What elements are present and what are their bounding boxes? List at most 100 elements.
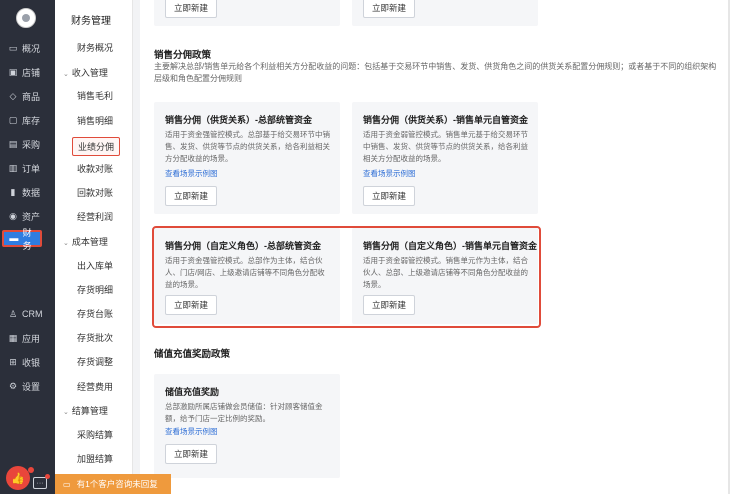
rail-item-coin[interactable]: ◉ 资产 <box>0 205 55 227</box>
bar-chart-icon: ▮ <box>10 186 16 197</box>
menu-label: 收款对账 <box>77 164 114 174</box>
menu-item-settle-0[interactable]: 采购结算 <box>77 428 113 441</box>
menu-item-settle-1[interactable]: 加盟结算 <box>77 452 113 465</box>
chevron-down-icon: ⌄ <box>63 240 69 247</box>
rail-item-label: 设置 <box>22 381 41 392</box>
card-desc: 总部激励所属店铺做会员储值：针对顾客储值金额，给予门店一定比例的奖励。 <box>165 402 323 423</box>
unread-dot <box>28 467 34 473</box>
menu-label: 经营费用 <box>77 382 114 392</box>
rail-item-label: 资产 <box>22 211 41 222</box>
tag-icon: ◇ <box>9 90 17 101</box>
menu-label: 成本管理 <box>71 237 108 247</box>
menu-item-cost-0[interactable]: 出入库单 <box>77 259 113 272</box>
menu-item-income-2[interactable]: 业绩分佣 <box>72 137 121 156</box>
menu-label: 存货明细 <box>77 285 114 295</box>
menu-item-cost-5[interactable]: 经营费用 <box>77 380 113 393</box>
create-button[interactable]: 立即新建 <box>363 186 415 206</box>
rail-item-cart[interactable]: ▤ 采购 <box>0 133 55 155</box>
sales-commission-section-desc: 主要解决总部/销售单元给各个利益相关方分配收益的问题：包括基于交易环节中销售、发… <box>154 62 717 83</box>
menu-item-income-3[interactable]: 收款对账 <box>77 162 113 175</box>
cashier-icon: ⊞ <box>9 356 17 367</box>
menu-title: 财务管理 <box>71 16 111 27</box>
secondary-menu: 财务管理 财务概况 ⌄ 收入管理 销售毛利 销售明细 业绩分佣 收款对账 回款对账 经营利润 ⌄ 成… <box>55 0 133 494</box>
menu-label: 经营利润 <box>77 212 114 222</box>
rail-item-label: 店铺 <box>22 67 41 78</box>
rail-item-store[interactable]: ▣ 店铺 <box>0 61 55 83</box>
menu-group-income[interactable]: ⌄ 收入管理 <box>63 66 108 79</box>
card-desc: 适用于资金强管控模式。总部基于给交易环节中销售、发货、供货等节点的供货关系，给各… <box>165 130 330 163</box>
cart-icon: ▤ <box>8 138 18 149</box>
card-title: 销售分佣（供货关系）-销售单元自管资金 <box>363 115 528 125</box>
menu-item-cost-2[interactable]: 存货台账 <box>77 307 113 320</box>
rail-item-label: 订单 <box>22 163 41 174</box>
rail-item-wallet[interactable]: ▬ 财务 <box>2 228 42 251</box>
create-button[interactable]: 立即新建 <box>165 186 217 206</box>
primary-nav-rail: ▭ 概况 ▣ 店铺 ◇ 商品 ▢ 库存 ▤ 采购 ▥ 订单 ▮ 数据 ◉ 资产 ▬ 财务 ♙ CRM ▦ 应用 ⊞ 收银 ⚙ 设置 <box>0 0 55 494</box>
create-button[interactable]: 立即新建 <box>165 444 217 464</box>
store-icon: ▣ <box>8 66 18 77</box>
menu-item-cost-3[interactable]: 存货批次 <box>77 331 113 344</box>
menu-item-income-5[interactable]: 经营利润 <box>77 210 113 223</box>
create-button-top-1[interactable]: 立即新建 <box>165 0 217 18</box>
rail-item-tag[interactable]: ◇ 商品 <box>0 85 55 107</box>
sales-commission-section-title: 销售分佣政策 <box>154 50 212 61</box>
box-icon: ▢ <box>8 114 18 125</box>
menu-item-income-1[interactable]: 销售明细 <box>77 114 113 127</box>
stored-value-section-title: 储值充值奖励政策 <box>154 349 231 360</box>
menu-label: 存货调整 <box>77 357 114 367</box>
rail-item-apps[interactable]: ▦ 应用 <box>0 327 55 349</box>
monitor-icon: ▭ <box>8 42 18 53</box>
menu-item-cost-4[interactable]: 存货调整 <box>77 355 113 368</box>
menu-label: 财务概况 <box>77 43 114 53</box>
menu-label: 存货批次 <box>77 333 114 343</box>
rail-item-label: 收银 <box>22 357 41 368</box>
menu-item-cost-1[interactable]: 存货明细 <box>77 283 113 296</box>
menu-item-income-4[interactable]: 回款对账 <box>77 186 113 199</box>
menu-label: 出入库单 <box>77 261 114 271</box>
document-icon: ▥ <box>8 162 18 173</box>
highlight-box <box>152 226 541 328</box>
menu-label: 业绩分佣 <box>78 142 115 152</box>
rail-item-bar-chart[interactable]: ▮ 数据 <box>0 181 55 203</box>
message-icon[interactable]: ··· <box>33 477 47 489</box>
gear-icon: ⚙ <box>8 380 18 391</box>
scenario-example-link[interactable]: 查看场景示例图 <box>165 168 218 179</box>
menu-item-overview[interactable]: 财务概况 <box>77 41 113 54</box>
scenario-example-link[interactable]: 查看场景示例图 <box>363 168 416 179</box>
menu-label: 采购结算 <box>77 430 114 440</box>
card-supply-hq: 销售分佣（供货关系）-总部统管资金 适用于资金强管控模式。总部基于给交易环节中销… <box>154 102 340 214</box>
card-title: 储值充值奖励 <box>165 387 220 397</box>
consult-notice-bar[interactable]: ▭ 有1个客户咨询未回复 <box>55 474 171 494</box>
user-icon: ♙ <box>8 308 18 319</box>
rail-item-user[interactable]: ♙ CRM <box>0 303 55 325</box>
rail-item-label: 财务 <box>22 227 32 251</box>
rail-item-cashier[interactable]: ⊞ 收银 <box>0 351 55 373</box>
service-bubble[interactable]: 👍 <box>6 466 30 490</box>
rail-item-label: 采购 <box>22 139 41 150</box>
rail-item-label: 应用 <box>22 333 41 344</box>
coin-icon: ◉ <box>9 210 17 221</box>
menu-group-settle[interactable]: ⌄ 结算管理 <box>63 404 108 417</box>
rail-item-monitor[interactable]: ▭ 概况 <box>0 37 55 59</box>
chevron-down-icon: ⌄ <box>63 71 69 78</box>
wallet-icon: ▬ <box>9 233 19 243</box>
scenario-example-link[interactable]: 查看场景示例图 <box>165 426 218 437</box>
chevron-down-icon: ⌄ <box>63 409 69 416</box>
menu-label: 结算管理 <box>71 406 108 416</box>
menu-label: 加盟结算 <box>77 454 114 464</box>
message-unread-dot <box>45 474 50 479</box>
chat-icon: ▭ <box>63 479 71 489</box>
prev-card-2: 立即新建 <box>352 0 538 26</box>
rail-item-document[interactable]: ▥ 订单 <box>0 157 55 179</box>
rail-item-gear[interactable]: ⚙ 设置 <box>0 375 55 397</box>
rail-item-label: 数据 <box>22 187 41 198</box>
menu-label: 回款对账 <box>77 188 114 198</box>
store-avatar[interactable] <box>16 8 36 28</box>
prev-card-1: 立即新建 <box>154 0 340 26</box>
rail-item-box[interactable]: ▢ 库存 <box>0 109 55 131</box>
menu-group-cost[interactable]: ⌄ 成本管理 <box>63 235 108 248</box>
menu-item-income-0[interactable]: 销售毛利 <box>77 89 113 102</box>
create-button-top-2[interactable]: 立即新建 <box>363 0 415 18</box>
rail-item-label: 库存 <box>22 115 41 126</box>
rail-item-label: CRM <box>22 309 43 319</box>
